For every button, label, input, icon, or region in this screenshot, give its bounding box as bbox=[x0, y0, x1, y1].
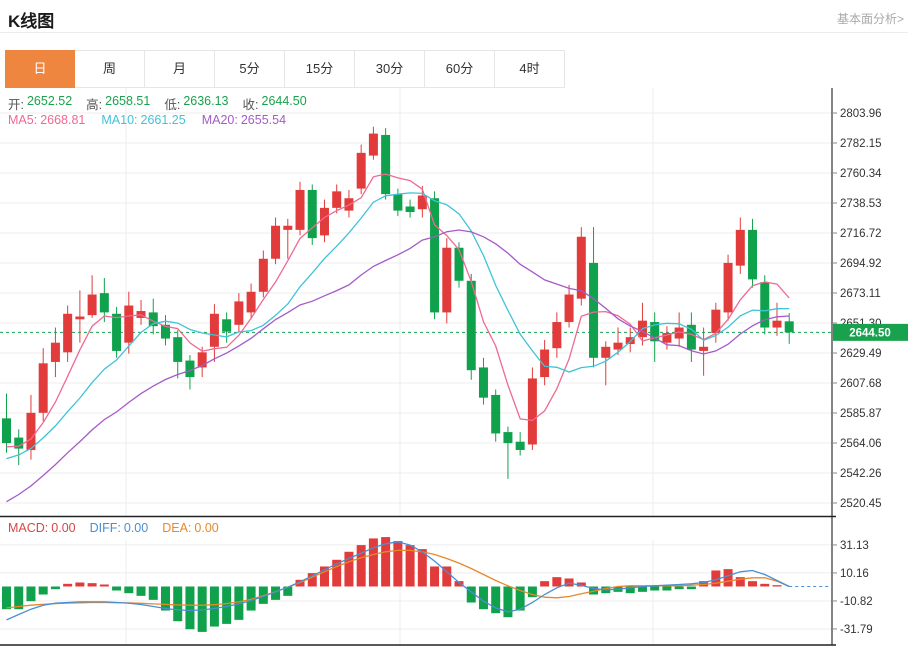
header: K线图 基本面分析> bbox=[0, 0, 908, 33]
fundamental-analysis-link[interactable]: 基本面分析> bbox=[837, 10, 904, 27]
svg-text:2542.26: 2542.26 bbox=[840, 468, 882, 480]
tab-15min[interactable]: 15分 bbox=[285, 50, 355, 88]
svg-text:2803.96: 2803.96 bbox=[840, 108, 882, 120]
ma-legend: MA5:2668.81 MA10:2661.25 MA20:2655.54 bbox=[8, 113, 286, 127]
candles bbox=[2, 127, 794, 479]
dea-value: DEA:0.00 bbox=[162, 521, 219, 535]
svg-text:2607.68: 2607.68 bbox=[840, 378, 882, 390]
high-value: 高:2658.51 bbox=[86, 94, 150, 113]
open-value: 开:2652.52 bbox=[8, 94, 72, 113]
tab-week[interactable]: 周 bbox=[75, 50, 145, 88]
diff-value: DIFF:0.00 bbox=[90, 521, 149, 535]
svg-text:2738.53: 2738.53 bbox=[840, 198, 882, 210]
tab-30min[interactable]: 30分 bbox=[355, 50, 425, 88]
svg-text:2760.34: 2760.34 bbox=[840, 168, 882, 180]
svg-text:10.16: 10.16 bbox=[840, 568, 869, 580]
period-tabs: 日 周 月 5分 15分 30分 60分 4时 bbox=[5, 50, 565, 88]
kline-widget: K线图 基本面分析> 日 周 月 5分 15分 30分 60分 4时 2803.… bbox=[0, 0, 908, 648]
price-axis-labels: 2803.96 2782.15 2760.34 2738.53 2716.72 2694.… bbox=[832, 108, 882, 510]
svg-text:2716.72: 2716.72 bbox=[840, 228, 882, 240]
tab-5min[interactable]: 5分 bbox=[215, 50, 285, 88]
svg-text:2782.15: 2782.15 bbox=[840, 138, 882, 150]
svg-text:2629.49: 2629.49 bbox=[840, 348, 882, 360]
tab-day[interactable]: 日 bbox=[5, 50, 75, 88]
macd-legend: MACD:0.00 DIFF:0.00 DEA:0.00 bbox=[8, 521, 219, 535]
macd-value: MACD:0.00 bbox=[8, 521, 76, 535]
ma10-value: MA10:2661.25 bbox=[101, 113, 185, 127]
ma20-value: MA20:2655.54 bbox=[202, 113, 286, 127]
ma5-value: MA5:2668.81 bbox=[8, 113, 85, 127]
macd-axis-labels: 31.13 10.16 -10.82 -31.79 bbox=[832, 540, 873, 636]
svg-text:-31.79: -31.79 bbox=[840, 624, 873, 636]
svg-text:-10.82: -10.82 bbox=[840, 596, 873, 608]
svg-text:2644.50: 2644.50 bbox=[849, 327, 891, 339]
grid-lines bbox=[0, 88, 832, 645]
tab-month[interactable]: 月 bbox=[145, 50, 215, 88]
svg-text:2673.11: 2673.11 bbox=[840, 288, 881, 300]
close-value: 收:2644.50 bbox=[243, 94, 307, 113]
svg-text:2520.45: 2520.45 bbox=[840, 498, 882, 510]
svg-text:2564.06: 2564.06 bbox=[840, 438, 882, 450]
svg-text:31.13: 31.13 bbox=[840, 540, 869, 552]
kline-chart-canvas[interactable]: 2803.96 2782.15 2760.34 2738.53 2716.72 2694.… bbox=[0, 88, 908, 648]
ma20-line bbox=[7, 230, 790, 502]
svg-text:2694.92: 2694.92 bbox=[840, 258, 882, 270]
ohlc-legend: 开:2652.52 高:2658.51 低:2636.13 收:2644.50 bbox=[8, 94, 307, 113]
chart-area: 2803.96 2782.15 2760.34 2738.53 2716.72 2694.… bbox=[0, 88, 908, 648]
page-title: K线图 bbox=[8, 7, 54, 32]
svg-text:2585.87: 2585.87 bbox=[840, 408, 882, 420]
last-price-badge: 2644.50 bbox=[833, 324, 908, 341]
tab-4hour[interactable]: 4时 bbox=[495, 50, 565, 88]
tab-60min[interactable]: 60分 bbox=[425, 50, 495, 88]
low-value: 低:2636.13 bbox=[164, 94, 228, 113]
